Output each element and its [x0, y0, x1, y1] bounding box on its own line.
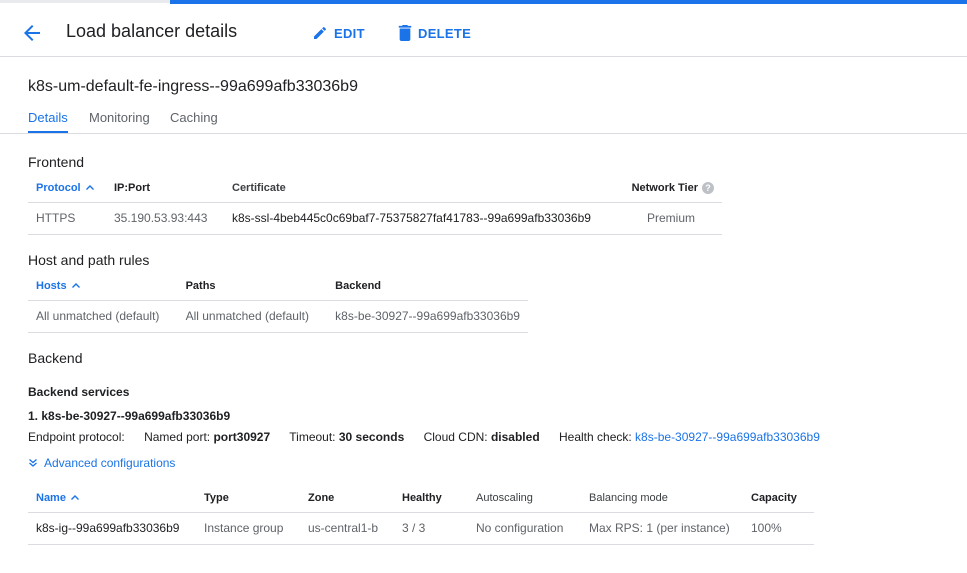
load-balancer-name: k8s-um-default-fe-ingress--99a699afb3303… — [28, 78, 358, 95]
cloud-cdn-value: disabled — [490, 430, 540, 444]
cell-hosts: All unmatched (default) — [28, 300, 178, 333]
cell-zone: us-central1-b — [300, 512, 394, 545]
help-icon[interactable]: ? — [702, 182, 714, 195]
tab-bar: Details Monitoring Caching — [0, 104, 967, 134]
pencil-icon — [314, 26, 327, 39]
endpoint-protocol-label: Endpoint protocol: — [28, 430, 125, 444]
trash-icon — [398, 25, 412, 41]
column-header-network-tier: Network Tier? — [620, 175, 722, 203]
cell-autoscaling: No configuration — [468, 512, 581, 545]
table-header-row: Name Type Zone Healthy Autoscaling Balan… — [28, 485, 814, 513]
edit-button[interactable]: EDIT — [312, 22, 365, 44]
health-check-link[interactable]: k8s-be-30927--99a699afb33036b9 — [635, 430, 820, 444]
arrow-up-icon — [71, 283, 80, 289]
chevron-double-down-icon — [29, 459, 37, 467]
tab-details[interactable]: Details — [28, 110, 68, 125]
column-header-hosts[interactable]: Hosts — [28, 273, 178, 301]
cell-balancing-mode: Max RPS: 1 (per instance) — [581, 512, 743, 545]
arrow-back-icon — [24, 25, 40, 41]
table-row: HTTPS 35.190.53.93:443 k8s-ssl-4beb445c0… — [28, 202, 722, 235]
back-button[interactable] — [20, 21, 44, 45]
column-header-paths: Paths — [177, 273, 328, 301]
table-header-row: Protocol IP:Port Certificate Network Tie… — [28, 175, 722, 203]
table-row: All unmatched (default) All unmatched (d… — [28, 300, 528, 333]
timeout-value: 30 seconds — [338, 430, 405, 444]
advanced-configurations-label: Advanced configurations — [44, 456, 176, 470]
cell-capacity: 100% — [743, 512, 814, 545]
frontend-table: Protocol IP:Port Certificate Network Tie… — [28, 175, 722, 235]
backend-service-properties: Endpoint protocol: Named port: port30927… — [28, 430, 820, 444]
edit-label: EDIT — [334, 25, 365, 41]
svg-text:?: ? — [705, 183, 711, 193]
column-header-type: Type — [196, 485, 300, 513]
column-header-zone: Zone — [300, 485, 394, 513]
host-path-table: Hosts Paths Backend All unmatched (defau… — [28, 273, 528, 333]
backend-section-title: Backend — [28, 350, 83, 366]
column-header-autoscaling: Autoscaling — [468, 485, 581, 513]
backend-services-heading: Backend services — [28, 385, 130, 399]
delete-button[interactable]: DELETE — [398, 22, 471, 44]
frontend-section-title: Frontend — [28, 154, 85, 170]
cell-protocol: HTTPS — [28, 202, 106, 235]
cell-paths: All unmatched (default) — [177, 300, 328, 333]
column-header-certificate: Certificate — [224, 175, 620, 203]
arrow-up-icon — [85, 185, 94, 191]
column-header-ip-port: IP:Port — [106, 175, 224, 203]
table-header-row: Hosts Paths Backend — [28, 273, 528, 301]
tab-monitoring[interactable]: Monitoring — [89, 110, 150, 125]
column-header-name[interactable]: Name — [28, 485, 196, 513]
column-header-capacity: Capacity — [743, 485, 814, 513]
column-header-protocol[interactable]: Protocol — [28, 175, 106, 203]
instance-groups-table: Name Type Zone Healthy Autoscaling Balan… — [28, 485, 814, 545]
active-tab-indicator — [28, 131, 68, 133]
tab-caching[interactable]: Caching — [170, 110, 218, 125]
table-row: k8s-ig--99a699afb33036b9 Instance group … — [28, 512, 814, 545]
cell-ip-port: 35.190.53.93:443 — [106, 202, 224, 235]
backend-service-name: 1. k8s-be-30927--99a699afb33036b9 — [28, 409, 231, 423]
cell-network-tier: Premium — [620, 202, 722, 235]
cell-type: Instance group — [196, 512, 300, 545]
column-header-backend: Backend — [327, 273, 528, 301]
page-title: Load balancer details — [66, 21, 238, 41]
delete-label: DELETE — [418, 25, 472, 41]
page-header: Load balancer details EDIT DELETE — [0, 4, 967, 57]
arrow-up-icon — [70, 495, 79, 501]
cell-certificate: k8s-ssl-4beb445c0c69baf7-75375827faf4178… — [224, 202, 620, 235]
column-header-healthy: Healthy — [394, 485, 468, 513]
advanced-configurations-toggle[interactable]: Advanced configurations — [28, 456, 175, 470]
column-header-balancing-mode: Balancing mode — [581, 485, 743, 513]
named-port: Named port: port30927 — [144, 430, 271, 444]
cloud-cdn: Cloud CDN: disabled — [423, 430, 540, 444]
cell-backend: k8s-be-30927--99a699afb33036b9 — [327, 300, 528, 333]
health-check: Health check: k8s-be-30927--99a699afb330… — [559, 430, 820, 444]
host-path-section-title: Host and path rules — [28, 252, 150, 268]
cell-name: k8s-ig--99a699afb33036b9 — [28, 512, 196, 545]
cell-healthy: 3 / 3 — [394, 512, 468, 545]
timeout: Timeout: 30 seconds — [289, 430, 405, 444]
named-port-value: port30927 — [213, 430, 271, 444]
